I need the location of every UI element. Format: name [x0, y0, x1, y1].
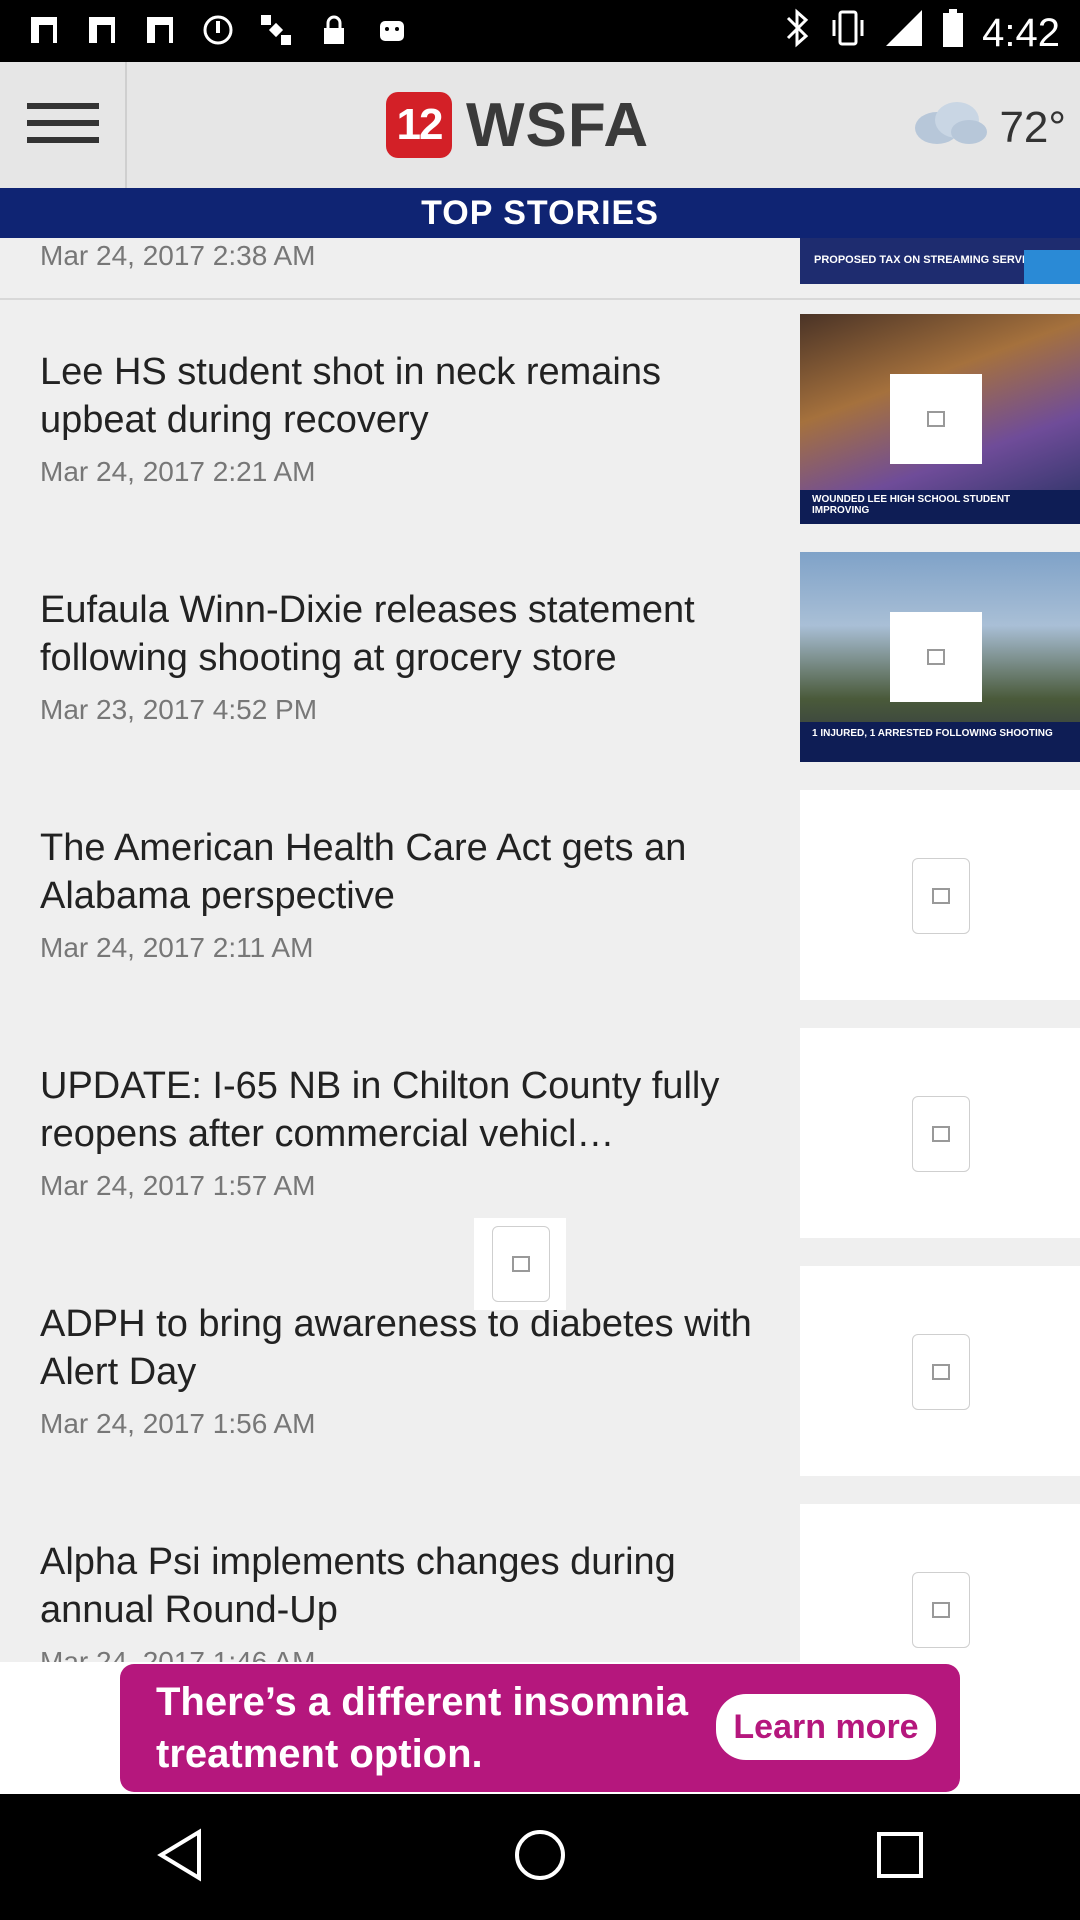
- clock-time: 4:42: [982, 10, 1060, 55]
- weather-widget[interactable]: 72°: [909, 96, 1066, 159]
- thumbnail-caption: WOUNDED LEE HIGH SCHOOL STUDENT IMPROVIN…: [800, 490, 1080, 524]
- vibrate-icon: [830, 8, 866, 58]
- story-thumbnail[interactable]: [800, 1504, 1080, 1662]
- story-title: The American Health Care Act gets an Ala…: [40, 827, 687, 917]
- status-bar: 4:42: [0, 0, 1080, 62]
- learn-more-button[interactable]: Learn more: [716, 1694, 936, 1760]
- story-date: Mar 24, 2017 2:38 AM: [40, 240, 316, 271]
- battery-icon: [942, 8, 964, 58]
- back-icon: [155, 1827, 205, 1887]
- image-placeholder: [890, 612, 982, 702]
- image-placeholder: [912, 1096, 970, 1172]
- signal-icon: [884, 8, 924, 58]
- logo-badge: 12: [386, 92, 452, 158]
- story-date: Mar 23, 2017 4:52 PM: [40, 694, 318, 725]
- menu-button[interactable]: [0, 62, 127, 188]
- section-title: TOP STORIES: [0, 188, 1080, 238]
- logo-name: WSFA: [466, 90, 650, 160]
- home-icon: [513, 1828, 567, 1887]
- ad-content[interactable]: There’s a different insomnia treatment o…: [120, 1664, 960, 1792]
- alarm-icon: [200, 12, 236, 48]
- thumbnail-caption: PROPOSED TAX ON STREAMING SERVICES: [814, 254, 1048, 266]
- story-title: Alpha Psi implements changes during annu…: [40, 1541, 676, 1631]
- ad-text: There’s a different insomnia treatment o…: [156, 1680, 688, 1776]
- story-title: Lee HS student shot in neck remains upbe…: [40, 351, 662, 441]
- story-date: Mar 24, 2017 1:46 AM: [40, 1646, 316, 1662]
- story-item[interactable]: Alpha Psi implements changes during annu…: [0, 1490, 1080, 1662]
- story-date: Mar 24, 2017 1:56 AM: [40, 1408, 316, 1439]
- story-title: ADPH to bring awareness to diabetes with…: [40, 1303, 752, 1393]
- recents-icon: [875, 1830, 925, 1885]
- app-header: 12 WSFA 72°: [0, 62, 1080, 189]
- story-item[interactable]: Lee HS student shot in neck remains upbe…: [0, 300, 1080, 540]
- image-placeholder: [912, 858, 970, 934]
- notification-icon: [26, 12, 62, 48]
- story-list[interactable]: Mar 24, 2017 2:38 AM PROPOSED TAX ON STR…: [0, 238, 1080, 1662]
- story-thumbnail[interactable]: [800, 1266, 1080, 1476]
- station-logo[interactable]: 12 WSFA: [386, 90, 650, 160]
- story-item[interactable]: Mar 24, 2017 2:38 AM PROPOSED TAX ON STR…: [0, 238, 1080, 300]
- story-thumbnail[interactable]: WOUNDED LEE HIGH SCHOOL STUDENT IMPROVIN…: [800, 314, 1080, 524]
- story-date: Mar 24, 2017 1:57 AM: [40, 1170, 316, 1201]
- notification-icon: [84, 12, 120, 48]
- story-title: UPDATE: I-65 NB in Chilton County fully …: [40, 1065, 720, 1155]
- notification-icon: [142, 12, 178, 48]
- image-placeholder: [890, 374, 982, 464]
- cloud-icon: [909, 96, 989, 159]
- image-placeholder: [912, 1572, 970, 1648]
- ad-banner[interactable]: There’s a different insomnia treatment o…: [0, 1662, 1080, 1794]
- satellite-icon: [258, 12, 294, 48]
- bluetooth-icon: [782, 8, 812, 58]
- navigation-bar: [0, 1794, 1080, 1920]
- story-item[interactable]: Eufaula Winn-Dixie releases statement fo…: [0, 538, 1080, 778]
- story-thumbnail[interactable]: 1 INJURED, 1 ARRESTED FOLLOWING SHOOTING: [800, 552, 1080, 762]
- thumbnail-graphic: [1024, 250, 1080, 284]
- image-placeholder: [912, 1334, 970, 1410]
- story-thumbnail[interactable]: PROPOSED TAX ON STREAMING SERVICES: [800, 238, 1080, 284]
- story-item[interactable]: The American Health Care Act gets an Ala…: [0, 776, 1080, 1016]
- recents-button[interactable]: [860, 1817, 940, 1897]
- story-date: Mar 24, 2017 2:21 AM: [40, 456, 316, 487]
- story-date: Mar 24, 2017 2:11 AM: [40, 932, 314, 963]
- story-title: Eufaula Winn-Dixie releases statement fo…: [40, 589, 695, 679]
- back-button[interactable]: [140, 1817, 220, 1897]
- thumbnail-caption: 1 INJURED, 1 ARRESTED FOLLOWING SHOOTING: [800, 722, 1080, 762]
- story-thumbnail[interactable]: [800, 790, 1080, 1000]
- temperature: 72°: [999, 102, 1066, 152]
- image-placeholder: [474, 1218, 566, 1310]
- lock-icon: [316, 12, 352, 48]
- hamburger-menu-icon: [25, 101, 101, 150]
- story-thumbnail[interactable]: [800, 1028, 1080, 1238]
- home-button[interactable]: [500, 1817, 580, 1897]
- android-icon: [374, 12, 410, 48]
